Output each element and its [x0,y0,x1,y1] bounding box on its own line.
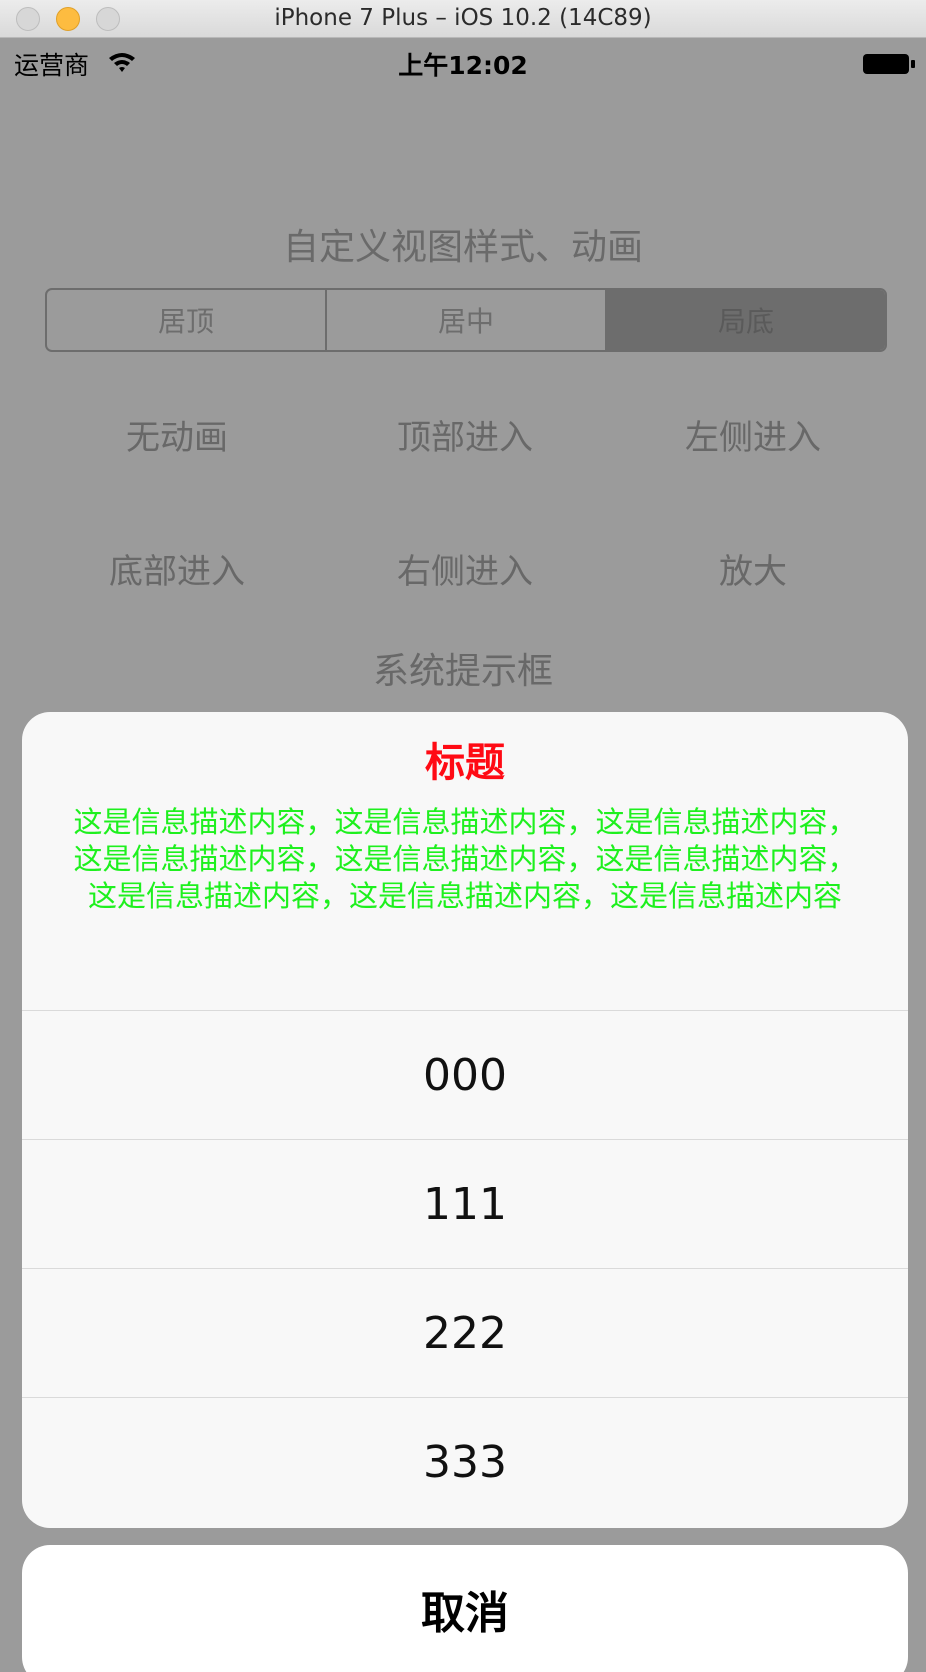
cancel-button[interactable]: 取消 [22,1545,908,1672]
segment-bottom[interactable]: 局底 [605,290,885,350]
status-time: 上午12:02 [398,51,528,80]
action-option-000[interactable]: 000 [22,1010,908,1139]
position-segmented-control: 居顶 居中 局底 [45,288,887,352]
window-title: iPhone 7 Plus – iOS 10.2 (14C89) [274,5,652,31]
bottom-enter-button[interactable]: 底部进入 [37,544,317,593]
action-sheet-message: 这是信息描述内容，这是信息描述内容，这是信息描述内容，这是信息描述内容，这是信息… [73,805,857,913]
segment-top[interactable]: 居顶 [47,290,325,350]
system-alert-button[interactable]: 系统提示框 [0,642,926,694]
action-option-111[interactable]: 111 [22,1139,908,1268]
action-option-222[interactable]: 222 [22,1268,908,1397]
right-enter-button[interactable]: 右侧进入 [325,544,605,593]
left-enter-button[interactable]: 左侧进入 [613,410,893,459]
page-title: 自定义视图样式、动画 [282,227,643,268]
action-option-333[interactable]: 333 [22,1397,908,1526]
segment-center[interactable]: 居中 [325,290,605,350]
top-enter-button[interactable]: 顶部进入 [325,410,605,459]
action-sheet-title: 标题 [425,740,505,786]
status-bar: 运营商 上午12:02 [0,38,926,88]
zoom-button[interactable]: 放大 [613,544,893,593]
action-sheet-header: 标题 这是信息描述内容，这是信息描述内容，这是信息描述内容，这是信息描述内容，这… [22,712,908,1010]
battery-icon [863,54,915,74]
action-sheet: 标题 这是信息描述内容，这是信息描述内容，这是信息描述内容，这是信息描述内容，这… [22,712,908,1528]
no-animation-button[interactable]: 无动画 [37,410,317,459]
window-title-bar: iPhone 7 Plus – iOS 10.2 (14C89) [0,0,926,38]
simulator-window: iPhone 7 Plus – iOS 10.2 (14C89) 运营商 上午1… [0,0,926,1672]
